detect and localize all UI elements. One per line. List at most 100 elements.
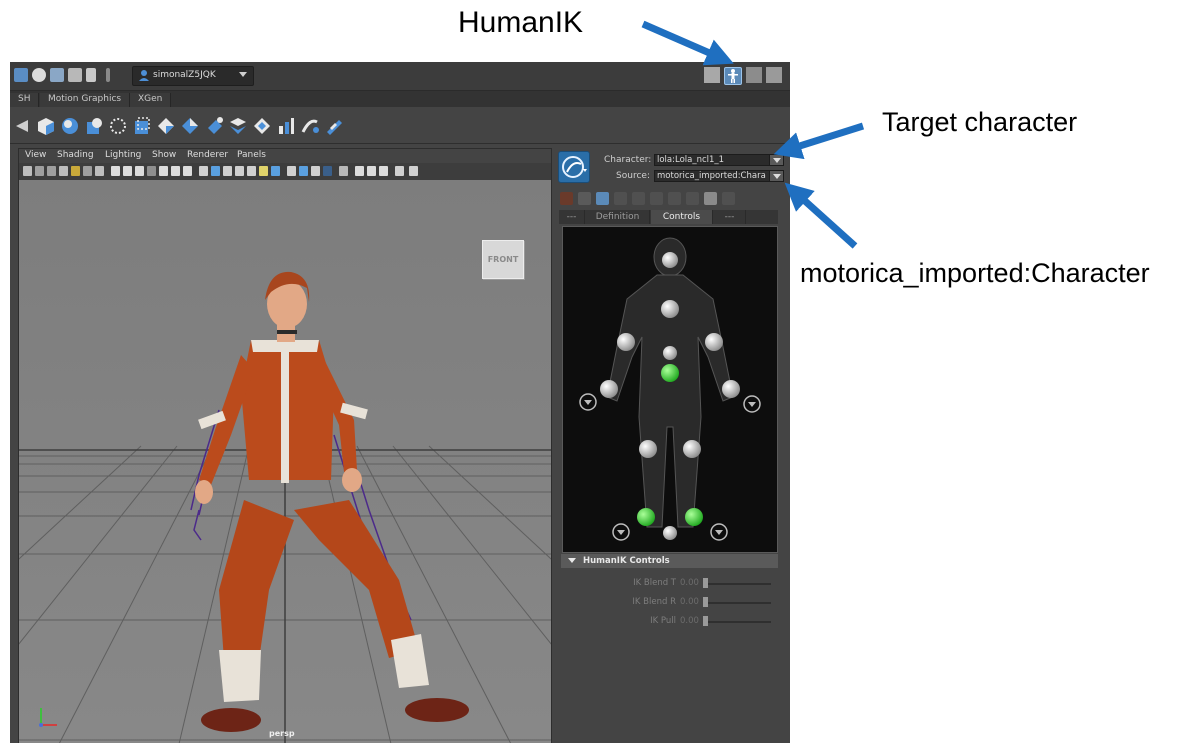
character-field[interactable]: lola:Lola_ncl1_1 bbox=[654, 154, 770, 166]
pin-translate-icon[interactable] bbox=[668, 192, 681, 205]
menu-view[interactable]: View bbox=[25, 150, 46, 160]
source-dropdown-button[interactable] bbox=[769, 170, 784, 182]
tab-prev[interactable]: --- bbox=[559, 210, 585, 224]
workspace-user-dropdown[interactable]: simonalZ5JQK bbox=[132, 66, 254, 86]
film-gate-icon[interactable] bbox=[111, 166, 120, 176]
shelf-deform-icon[interactable] bbox=[204, 116, 224, 136]
lights-icon[interactable] bbox=[259, 166, 268, 176]
ipr-icon[interactable] bbox=[68, 68, 82, 82]
slider-thumb[interactable] bbox=[703, 597, 708, 607]
safe-title-icon[interactable] bbox=[171, 166, 180, 176]
shelf-tab-motion-graphics[interactable]: Motion Graphics bbox=[40, 93, 131, 107]
render-icon[interactable] bbox=[50, 68, 64, 82]
shelf-bridge-icon[interactable] bbox=[324, 116, 344, 136]
effector-left-foot bbox=[637, 508, 655, 526]
view-cube-front[interactable]: FRONT bbox=[482, 240, 524, 279]
backface-icon[interactable] bbox=[379, 166, 388, 176]
image-plane-icon[interactable] bbox=[59, 166, 68, 176]
record-icon[interactable] bbox=[32, 68, 46, 82]
tab-controls[interactable]: Controls bbox=[651, 210, 713, 224]
tab-next[interactable]: --- bbox=[714, 210, 746, 224]
anti-alias-icon[interactable] bbox=[311, 166, 320, 176]
grid-icon[interactable] bbox=[95, 166, 104, 176]
channel-box-icon[interactable] bbox=[766, 67, 782, 83]
resolution-gate-icon[interactable] bbox=[123, 166, 132, 176]
camera-attr-icon[interactable] bbox=[35, 166, 44, 176]
menu-lighting[interactable]: Lighting bbox=[105, 150, 141, 160]
motion-blur-icon[interactable] bbox=[299, 166, 308, 176]
camera-icon[interactable] bbox=[23, 166, 32, 176]
pin-icon[interactable] bbox=[578, 192, 591, 205]
wireframe-icon[interactable] bbox=[199, 166, 208, 176]
slider-track[interactable] bbox=[703, 602, 771, 604]
menu-panels[interactable]: Panels bbox=[237, 150, 266, 160]
isolate-icon[interactable] bbox=[339, 166, 348, 176]
shadows-icon[interactable] bbox=[271, 166, 280, 176]
character-dropdown-button[interactable] bbox=[769, 154, 784, 166]
wireframe-on-shaded-icon[interactable] bbox=[235, 166, 244, 176]
tab-definition[interactable]: Definition bbox=[586, 210, 650, 224]
slider-value[interactable]: 0.00 bbox=[680, 578, 699, 588]
selection-icon[interactable] bbox=[632, 192, 645, 205]
slider-value[interactable]: 0.00 bbox=[680, 597, 699, 607]
bookmark-icon[interactable] bbox=[47, 166, 56, 176]
menu-renderer[interactable]: Renderer bbox=[187, 150, 228, 160]
viewport-panel[interactable]: View Shading Lighting Show Renderer Pane… bbox=[18, 148, 552, 743]
xray-icon[interactable] bbox=[247, 166, 256, 176]
source-field[interactable]: motorica_imported:Chara bbox=[654, 170, 770, 182]
slider-track[interactable] bbox=[703, 583, 771, 585]
humanik-figure-view[interactable] bbox=[562, 226, 778, 553]
shelf-sphere-icon[interactable] bbox=[60, 116, 80, 136]
body-part-icon[interactable] bbox=[614, 192, 627, 205]
pencil-icon[interactable] bbox=[560, 192, 573, 205]
shelf-shape-icon[interactable] bbox=[84, 116, 104, 136]
pause-icon[interactable] bbox=[86, 68, 96, 82]
body-mode-icon[interactable] bbox=[722, 192, 735, 205]
shelf-dotted-cube-icon[interactable] bbox=[132, 116, 152, 136]
viewport-scene[interactable]: FRONT persp bbox=[19, 180, 551, 743]
field-chart-icon[interactable] bbox=[147, 166, 156, 176]
user-icon bbox=[139, 70, 149, 81]
shelf-bevel-icon[interactable] bbox=[300, 116, 320, 136]
slider-thumb[interactable] bbox=[703, 616, 708, 626]
humanik-logo-button[interactable] bbox=[558, 151, 590, 183]
attribute-editor-icon[interactable] bbox=[704, 67, 720, 83]
shelf-diamond-icon[interactable] bbox=[156, 116, 176, 136]
humanik-controls-header[interactable]: HumanIK Controls bbox=[561, 554, 778, 568]
safe-action-icon[interactable] bbox=[159, 166, 168, 176]
xray-joints-icon[interactable] bbox=[355, 166, 364, 176]
open-scene-icon[interactable] bbox=[14, 68, 28, 82]
smooth-shade-icon[interactable] bbox=[211, 166, 220, 176]
shelf-merge-icon[interactable] bbox=[228, 116, 248, 136]
shelf-tab-xgen[interactable]: XGen bbox=[130, 93, 172, 107]
tool-settings-icon[interactable] bbox=[746, 67, 762, 83]
depth-of-field-icon[interactable] bbox=[323, 166, 332, 176]
shelf-dotted-sphere-icon[interactable] bbox=[108, 116, 128, 136]
menu-show[interactable]: Show bbox=[152, 150, 176, 160]
slider-track[interactable] bbox=[703, 621, 771, 623]
star-icon[interactable] bbox=[650, 192, 663, 205]
slider-value[interactable]: 0.00 bbox=[680, 616, 699, 626]
pin-rotate-icon[interactable] bbox=[686, 192, 699, 205]
2d-pan-icon[interactable] bbox=[71, 166, 80, 176]
shelf-tab-sh[interactable]: SH bbox=[10, 93, 40, 107]
shelf-extrude-icon[interactable] bbox=[276, 116, 296, 136]
ambient-occlusion-icon[interactable] bbox=[287, 166, 296, 176]
exposure-icon[interactable] bbox=[409, 166, 418, 176]
key-icon[interactable] bbox=[704, 192, 717, 205]
grease-pencil-icon[interactable] bbox=[83, 166, 92, 176]
shelf-diamond2-icon[interactable] bbox=[180, 116, 200, 136]
text-icon[interactable] bbox=[183, 166, 192, 176]
shelf-split-icon[interactable] bbox=[252, 116, 272, 136]
xray-active-icon[interactable] bbox=[367, 166, 376, 176]
full-body-icon[interactable] bbox=[596, 192, 609, 205]
default-material-icon[interactable] bbox=[223, 166, 232, 176]
menu-shading[interactable]: Shading bbox=[57, 150, 94, 160]
shelf-tool-icon[interactable] bbox=[12, 116, 32, 136]
humanik-toggle-button[interactable] bbox=[724, 67, 742, 85]
gamma-icon[interactable] bbox=[395, 166, 404, 176]
shelf-cube-icon[interactable] bbox=[36, 116, 56, 136]
gate-mask-icon[interactable] bbox=[135, 166, 144, 176]
slider-thumb[interactable] bbox=[703, 578, 708, 588]
camera-label: persp bbox=[269, 729, 295, 738]
